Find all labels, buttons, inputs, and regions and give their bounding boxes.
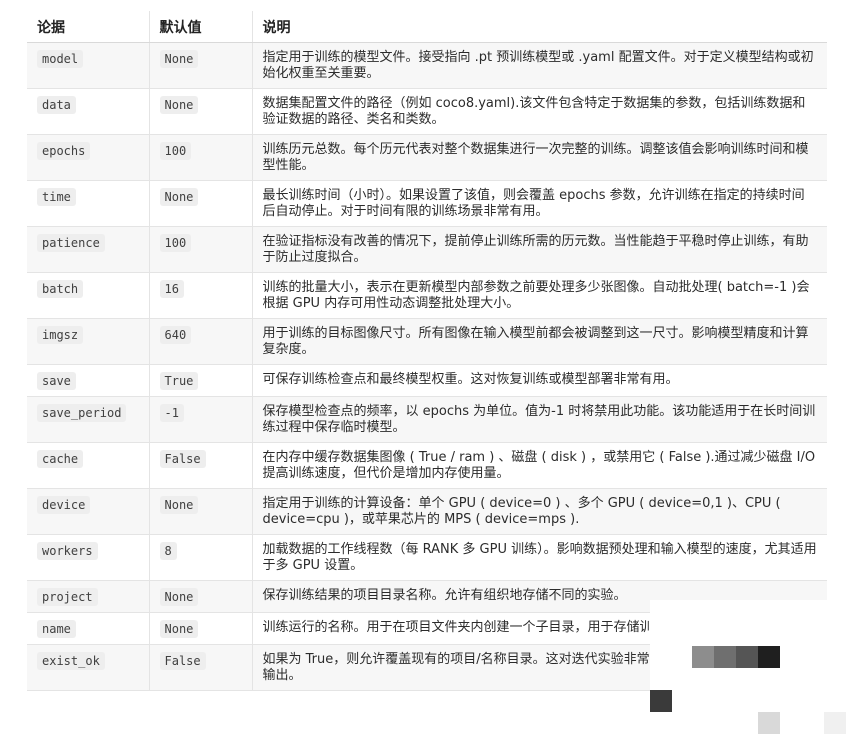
argument-name: exist_ok: [37, 652, 105, 670]
table-body: model None 指定用于训练的模型文件。接受指向 .pt 预训练模型或 .ya…: [27, 42, 827, 691]
default-value: None: [159, 588, 199, 606]
table-row: patience 100 在验证指标没有改善的情况下，提前停止训练所需的历元数。当性…: [27, 226, 827, 273]
mosaic-block: [736, 646, 758, 668]
argument-cell: time: [27, 180, 150, 227]
default-value: 100: [159, 142, 192, 160]
argument-cell: device: [27, 488, 150, 535]
header-default: 默认值: [149, 11, 253, 43]
argument-cell: batch: [27, 272, 150, 319]
argument-name: patience: [37, 234, 105, 252]
description-cell: 指定用于训练的模型文件。接受指向 .pt 预训练模型或 .yaml 配置文件。对…: [252, 42, 827, 89]
argument-name: name: [37, 620, 76, 638]
argument-cell: save_period: [27, 396, 150, 443]
default-value: None: [159, 96, 199, 114]
table-header-row: 论据 默认值 说明: [27, 11, 827, 43]
mosaic-block: [714, 646, 736, 668]
description-cell: 训练历元总数。每个历元代表对整个数据集进行一次完整的训练。调整该值会影响训练时间…: [252, 134, 827, 181]
header-description: 说明: [252, 11, 827, 43]
table-row: cache False 在内存中缓存数据集图像 ( True / ram ) 、磁盘…: [27, 442, 827, 489]
default-cell: False: [149, 442, 253, 489]
description-cell: 可保存训练检查点和最终模型权重。这对恢复训练或模型部署非常有用。: [252, 364, 827, 397]
arguments-table-container: 论据 默认值 说明 model None 指定用于训练的模型文件。接受指向 .pt …: [27, 11, 827, 691]
default-cell: None: [149, 180, 253, 227]
table-row: workers 8 加载数据的工作线程数（每 RANK 多 GPU 训练）。影响数据…: [27, 534, 827, 581]
argument-cell: data: [27, 88, 150, 135]
mosaic-block: [758, 646, 780, 668]
description-cell: 加载数据的工作线程数（每 RANK 多 GPU 训练）。影响数据预处理和输入模型…: [252, 534, 827, 581]
mosaic-block: [650, 690, 672, 712]
description-cell: 最长训练时间（小时）。如果设置了该值，则会覆盖 epochs 参数，允许训练在指…: [252, 180, 827, 227]
argument-cell: cache: [27, 442, 150, 489]
default-cell: None: [149, 88, 253, 135]
description-cell: 在验证指标没有改善的情况下，提前停止训练所需的历元数。当性能趋于平稳时停止训练，…: [252, 226, 827, 273]
default-value: None: [159, 496, 199, 514]
table-row: data None 数据集配置文件的路径（例如 coco8.yaml).该文件包含特…: [27, 88, 827, 135]
default-cell: -1: [149, 396, 253, 443]
argument-cell: exist_ok: [27, 644, 150, 691]
default-cell: 8: [149, 534, 253, 581]
argument-cell: workers: [27, 534, 150, 581]
default-value: True: [159, 372, 199, 390]
description-cell: 用于训练的目标图像尺寸。所有图像在输入模型前都会被调整到这一尺寸。影响模型精度和…: [252, 318, 827, 365]
argument-name: device: [37, 496, 91, 514]
table-row: save True 可保存训练检查点和最终模型权重。这对恢复训练或模型部署非常有用。: [27, 364, 827, 397]
default-value: None: [159, 620, 199, 638]
default-cell: None: [149, 42, 253, 89]
mosaic-block: [692, 646, 714, 668]
default-cell: 100: [149, 134, 253, 181]
default-cell: 16: [149, 272, 253, 319]
header-argument: 论据: [27, 11, 150, 43]
description-cell: 在内存中缓存数据集图像 ( True / ram ) 、磁盘 ( disk ) …: [252, 442, 827, 489]
table-row: device None 指定用于训练的计算设备：单个 GPU ( device=0 …: [27, 488, 827, 535]
description-cell: 指定用于训练的计算设备：单个 GPU ( device=0 ) 、多个 GPU …: [252, 488, 827, 535]
argument-name: model: [37, 50, 84, 68]
mosaic-block: [758, 712, 780, 734]
default-value: 100: [159, 234, 192, 252]
argument-name: save_period: [37, 404, 127, 422]
default-cell: False: [149, 644, 253, 691]
argument-cell: save: [27, 364, 150, 397]
arguments-table: 论据 默认值 说明 model None 指定用于训练的模型文件。接受指向 .pt …: [27, 11, 827, 691]
default-value: -1: [159, 404, 184, 422]
argument-cell: patience: [27, 226, 150, 273]
default-cell: 100: [149, 226, 253, 273]
argument-cell: epochs: [27, 134, 150, 181]
table-row: epochs 100 训练历元总数。每个历元代表对整个数据集进行一次完整的训练。调整…: [27, 134, 827, 181]
default-cell: True: [149, 364, 253, 397]
argument-cell: imgsz: [27, 318, 150, 365]
argument-name: save: [37, 372, 76, 390]
argument-name: batch: [37, 280, 84, 298]
table-row: model None 指定用于训练的模型文件。接受指向 .pt 预训练模型或 .ya…: [27, 42, 827, 89]
table-row: save_period -1 保存模型检查点的频率，以 epochs 为单位。值为-…: [27, 396, 827, 443]
privacy-mosaic: [650, 600, 866, 734]
default-cell: None: [149, 612, 253, 645]
mosaic-block: [824, 712, 846, 734]
argument-name: cache: [37, 450, 84, 468]
default-value: None: [159, 188, 199, 206]
description-cell: 保存模型检查点的频率，以 epochs 为单位。值为-1 时将禁用此功能。该功能…: [252, 396, 827, 443]
default-cell: None: [149, 580, 253, 613]
argument-name: time: [37, 188, 76, 206]
default-value: 16: [159, 280, 184, 298]
argument-name: epochs: [37, 142, 91, 160]
default-value: False: [159, 652, 206, 670]
table-row: imgsz 640 用于训练的目标图像尺寸。所有图像在输入模型前都会被调整到这一尺寸…: [27, 318, 827, 365]
default-cell: None: [149, 488, 253, 535]
default-value: False: [159, 450, 206, 468]
table-row: batch 16 训练的批量大小，表示在更新模型内部参数之前要处理多少张图像。自动批…: [27, 272, 827, 319]
description-cell: 训练的批量大小，表示在更新模型内部参数之前要处理多少张图像。自动批处理( bat…: [252, 272, 827, 319]
default-value: 640: [159, 326, 192, 344]
default-cell: 640: [149, 318, 253, 365]
argument-cell: model: [27, 42, 150, 89]
table-row: time None 最长训练时间（小时）。如果设置了该值，则会覆盖 epochs 参…: [27, 180, 827, 227]
argument-name: project: [37, 588, 98, 606]
argument-cell: name: [27, 612, 150, 645]
argument-name: imgsz: [37, 326, 84, 344]
default-value: 8: [159, 542, 177, 560]
argument-cell: project: [27, 580, 150, 613]
default-value: None: [159, 50, 199, 68]
description-cell: 数据集配置文件的路径（例如 coco8.yaml).该文件包含特定于数据集的参数…: [252, 88, 827, 135]
argument-name: workers: [37, 542, 98, 560]
argument-name: data: [37, 96, 76, 114]
